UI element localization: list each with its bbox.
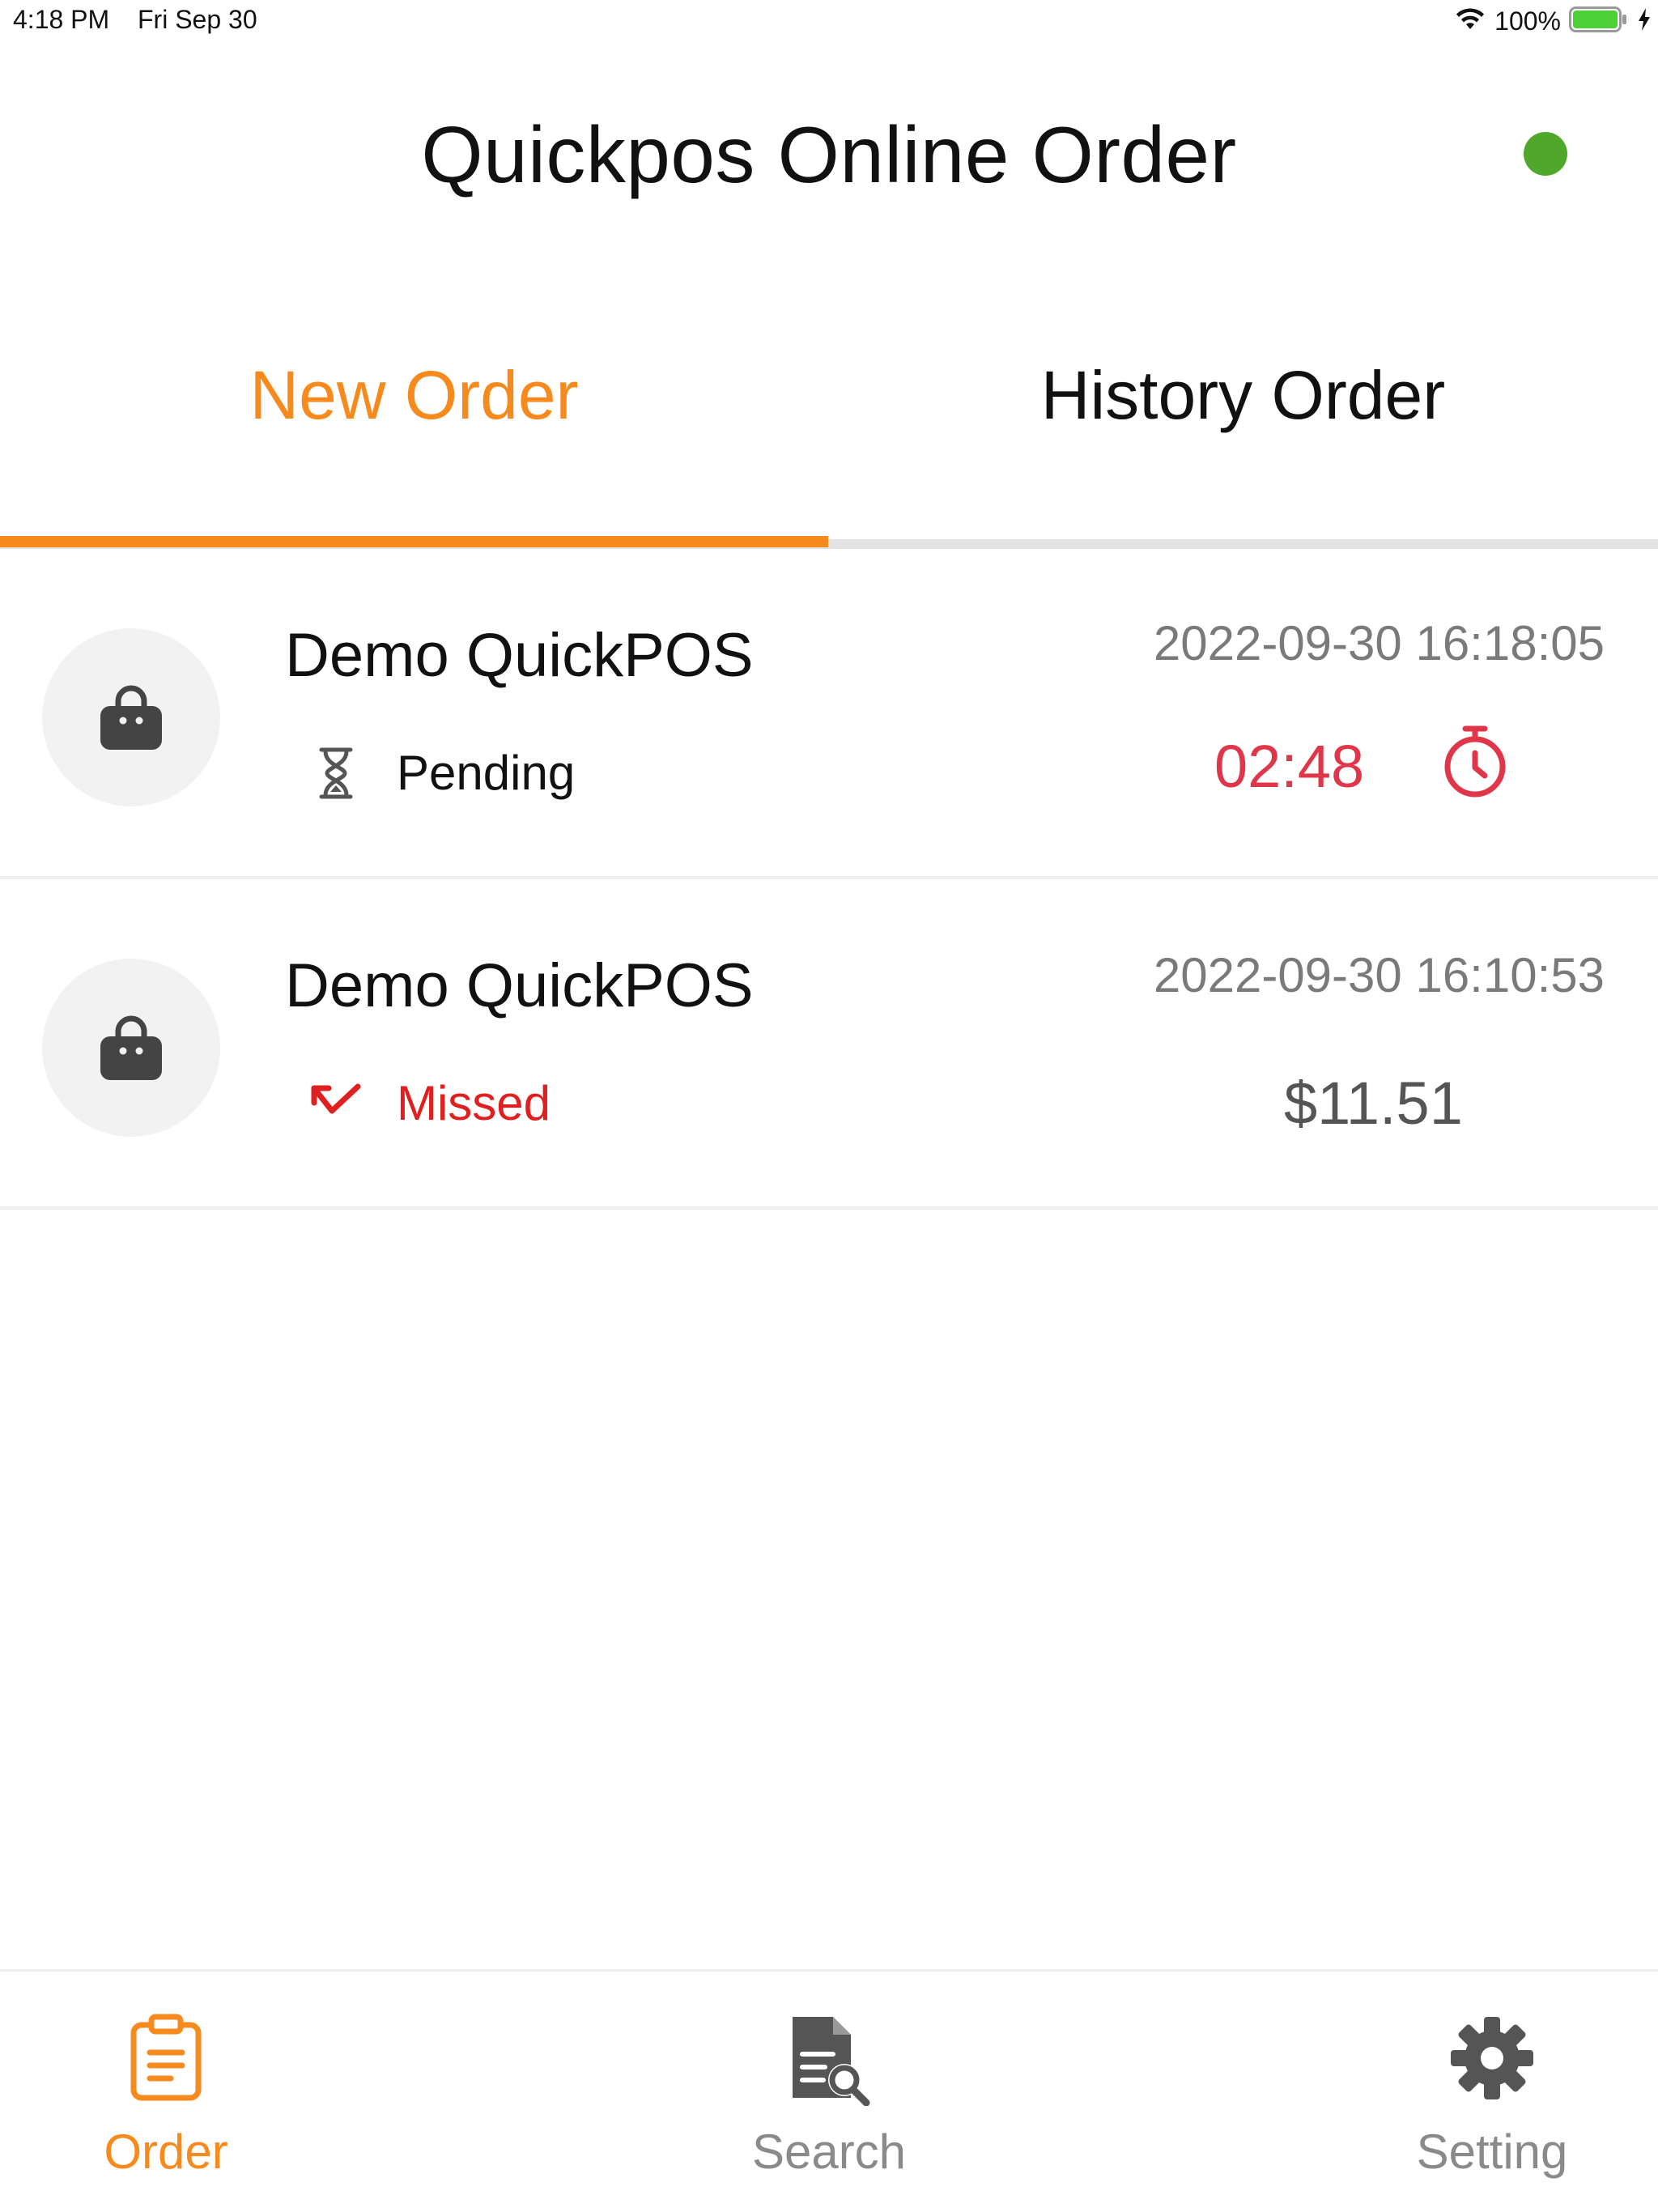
shopping-bag-icon bbox=[100, 1015, 162, 1080]
order-status: Pending bbox=[397, 746, 576, 800]
charging-bolt-icon bbox=[1637, 7, 1652, 36]
status-right: 100% bbox=[1454, 5, 1652, 37]
store-name: Demo QuickPOS bbox=[285, 951, 754, 1020]
shopping-bag-icon bbox=[100, 685, 162, 750]
order-list-item[interactable]: Demo QuickPOS 2022-09-30 16:18:05 Pendin… bbox=[0, 552, 1658, 879]
status-time: 4:18 PM bbox=[13, 5, 110, 34]
active-tab-indicator bbox=[0, 536, 828, 547]
tab-new-order[interactable]: New Order bbox=[0, 356, 828, 435]
nav-item-order[interactable]: Order bbox=[45, 1972, 287, 2212]
nav-item-setting[interactable]: Setting bbox=[1371, 1972, 1613, 2212]
order-avatar bbox=[42, 628, 220, 806]
online-status-indicator bbox=[1524, 132, 1567, 176]
order-status: Missed bbox=[397, 1076, 551, 1130]
page-title: Quickpos Online Order bbox=[421, 110, 1237, 199]
stopwatch-icon bbox=[1444, 725, 1506, 798]
gear-icon bbox=[1451, 2017, 1533, 2099]
battery-icon bbox=[1569, 6, 1629, 37]
order-avatar bbox=[42, 959, 220, 1137]
order-amount: $11.51 bbox=[1284, 1070, 1463, 1137]
wifi-icon bbox=[1454, 6, 1486, 36]
order-datetime: 2022-09-30 16:10:53 bbox=[1153, 948, 1605, 1002]
status-bar: 4:18 PM Fri Sep 30 100% bbox=[0, 0, 1658, 45]
order-datetime: 2022-09-30 16:18:05 bbox=[1153, 616, 1605, 670]
order-list-item[interactable]: Demo QuickPOS 2022-09-30 16:10:53 Missed… bbox=[0, 883, 1658, 1210]
countdown-timer: 02:48 bbox=[1214, 733, 1365, 800]
store-name: Demo QuickPOS bbox=[285, 621, 754, 690]
clipboard-icon bbox=[130, 2014, 202, 2101]
tab-history-order[interactable]: History Order bbox=[828, 356, 1658, 435]
nav-label-search: Search bbox=[751, 2125, 907, 2179]
order-tabs: New Order History Order bbox=[0, 324, 1658, 551]
document-search-icon bbox=[793, 2017, 870, 2106]
missed-arrow-icon bbox=[311, 1083, 361, 1114]
status-date: Fri Sep 30 bbox=[138, 5, 257, 34]
nav-label-order: Order bbox=[104, 2125, 228, 2179]
bottom-navigation: Order Search Setting bbox=[0, 1969, 1658, 2212]
battery-percentage: 100% bbox=[1494, 6, 1561, 36]
nav-label-setting: Setting bbox=[1416, 2125, 1568, 2179]
hourglass-icon bbox=[319, 747, 353, 799]
nav-item-search[interactable]: Search bbox=[708, 1972, 950, 2212]
app-screen: 4:18 PM Fri Sep 30 100% Quickpos Online … bbox=[0, 0, 1658, 2212]
